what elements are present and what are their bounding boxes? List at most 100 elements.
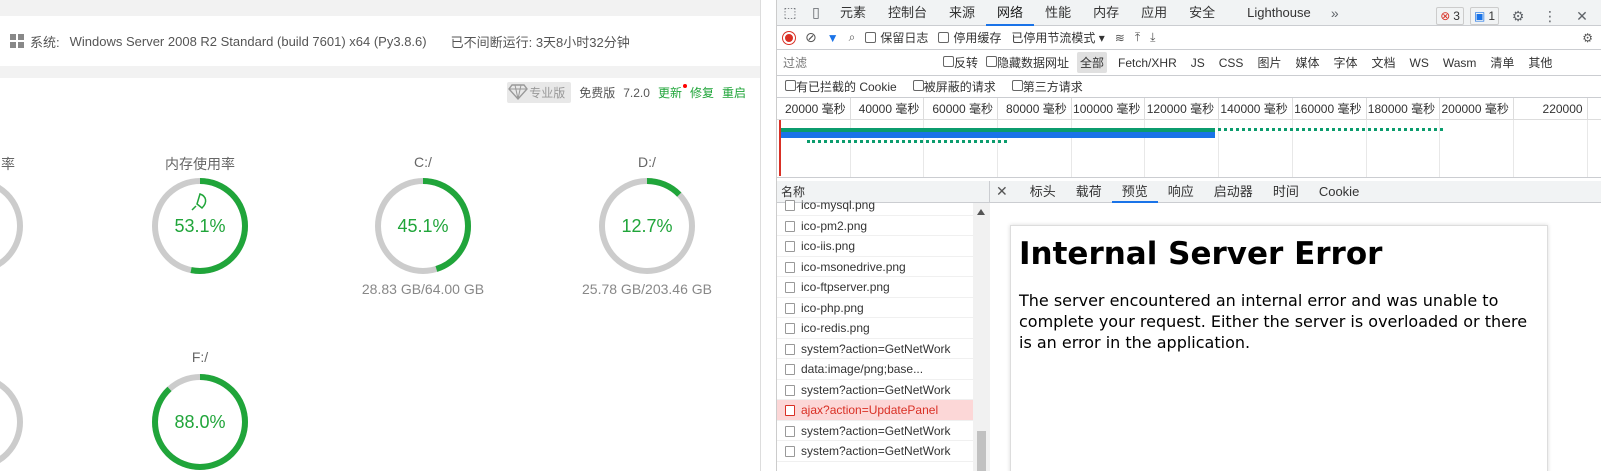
blocked-cookies-checkbox[interactable]: 有已拦截的 Cookie <box>785 78 897 95</box>
network-settings-icon[interactable]: ⚙ <box>1582 31 1593 45</box>
error-badge[interactable]: ⊗ 3 <box>1436 7 1464 25</box>
request-row[interactable]: ajax?action=UpdatePanel <box>777 400 973 421</box>
tab-initiator[interactable]: 启动器 <box>1204 181 1263 203</box>
scroll-up-icon[interactable] <box>977 209 985 215</box>
filter-input[interactable]: 过滤 <box>783 53 935 73</box>
request-row[interactable]: system?action=GetNetWork <box>777 441 973 462</box>
timeline-ticks: 20000 毫秒 40000 毫秒 60000 毫秒 80000 毫秒 100000 毫… <box>777 98 1601 120</box>
restart-link[interactable]: 重启 <box>722 84 746 101</box>
update-link[interactable]: 更新 <box>658 84 687 101</box>
preview-title: Internal Server Error <box>1019 236 1383 272</box>
diamond-icon <box>508 84 529 101</box>
timeline-cursor <box>779 120 781 176</box>
f-drive-gauge[interactable]: 88.0% <box>150 372 250 471</box>
tab-payload[interactable]: 载荷 <box>1066 181 1112 203</box>
type-all[interactable]: 全部 <box>1077 52 1108 73</box>
third-party-checkbox[interactable]: 第三方请求 <box>1011 78 1083 95</box>
repair-link[interactable]: 修复 <box>690 84 714 101</box>
free-label: 免费版 <box>579 86 616 100</box>
memory-gauge[interactable]: 53.1% <box>150 176 250 276</box>
file-icon <box>785 302 795 314</box>
record-icon[interactable] <box>783 31 795 44</box>
request-name: ico-pm2.png <box>801 218 868 233</box>
disable-cache-checkbox[interactable]: 停用缓存 <box>938 29 1001 46</box>
message-badge[interactable]: ▣ 1 <box>1469 7 1499 25</box>
filter-icon[interactable]: ▼ <box>827 31 839 45</box>
tab-headers[interactable]: 标头 <box>1020 181 1066 203</box>
pro-badge[interactable]: 专业版 <box>507 82 572 103</box>
hide-data-urls-checkbox[interactable]: 隐藏数据网址 <box>986 54 1069 71</box>
page-scrollbar[interactable] <box>760 0 777 471</box>
blocked-requests-checkbox[interactable]: 被屏蔽的请求 <box>912 78 996 95</box>
request-row[interactable]: system?action=GetNetWork <box>777 380 973 400</box>
response-preview: Internal Server Error The server encount… <box>1010 225 1548 471</box>
tab-application[interactable]: 应用 <box>1130 0 1178 26</box>
inspect-icon[interactable]: ⬚ <box>777 0 803 26</box>
preserve-log-checkbox[interactable]: 保留日志 <box>865 29 928 46</box>
more-tabs-icon[interactable]: » <box>1322 0 1348 26</box>
tab-network[interactable]: 网络 <box>986 0 1035 26</box>
type-other[interactable]: 其他 <box>1525 52 1555 73</box>
status-panel: 专业版 免费版 7.2.0 更新 修复 重启 率 内存使用率 53.1% C:/ <box>0 78 760 471</box>
invert-checkbox[interactable]: 反转 <box>943 54 978 71</box>
timeline-tick: 20000 毫秒 <box>777 98 851 119</box>
file-icon <box>785 220 795 232</box>
request-row[interactable]: data:image/png;base... <box>777 359 973 380</box>
close-detail-icon[interactable]: ✕ <box>996 183 1008 200</box>
type-fetch-xhr[interactable]: Fetch/XHR <box>1115 54 1180 72</box>
devtools: ⬚ ▯ 元素 控制台 来源 网络 性能 内存 应用 安全 Lighthouse … <box>777 0 1601 471</box>
file-icon <box>785 446 795 457</box>
network-conditions-icon[interactable]: ≋ <box>1115 31 1125 45</box>
clear-icon[interactable]: ⊘ <box>805 29 817 46</box>
type-doc[interactable]: 文档 <box>1368 52 1398 73</box>
type-css[interactable]: CSS <box>1216 54 1247 72</box>
tab-lighthouse[interactable]: Lighthouse <box>1236 0 1322 26</box>
tab-performance[interactable]: 性能 <box>1034 0 1082 26</box>
request-row[interactable]: ico-pm2.png <box>777 216 973 236</box>
f-drive-title: F:/ <box>191 349 209 365</box>
type-ws[interactable]: WS <box>1407 54 1432 72</box>
d-drive-usage: 25.78 GB/203.46 GB <box>582 281 712 297</box>
scroll-thumb[interactable] <box>977 431 986 471</box>
search-icon[interactable]: ⌕ <box>849 30 856 45</box>
request-row[interactable]: system?action=GetNetWork <box>777 339 973 359</box>
blocked-cookies-label: 有已拦截的 Cookie <box>796 80 897 94</box>
d-drive-gauge[interactable]: 12.7% <box>597 176 697 276</box>
import-icon[interactable]: ⤒ <box>1135 30 1140 45</box>
type-font[interactable]: 字体 <box>1330 52 1360 73</box>
c-drive-title: C:/ <box>414 154 432 170</box>
type-img[interactable]: 图片 <box>1254 52 1284 73</box>
request-row[interactable]: ico-msonedrive.png <box>777 257 973 277</box>
request-row[interactable]: ico-iis.png <box>777 236 973 257</box>
tab-preview[interactable]: 预览 <box>1111 181 1158 203</box>
error-icon: ⊗ <box>1440 9 1451 23</box>
error-count: 3 <box>1453 9 1460 23</box>
network-overview[interactable]: 20000 毫秒 40000 毫秒 60000 毫秒 80000 毫秒 100000 毫… <box>777 98 1601 178</box>
tab-security[interactable]: 安全 <box>1178 0 1226 26</box>
type-media[interactable]: 媒体 <box>1292 52 1322 73</box>
request-row[interactable]: system?action=GetNetWork <box>777 421 973 441</box>
tab-elements[interactable]: 元素 <box>829 0 877 26</box>
request-row[interactable]: ico-mysql.png <box>777 195 973 216</box>
request-row[interactable]: ico-redis.png <box>777 318 973 339</box>
request-list-scrollbar[interactable] <box>973 203 990 471</box>
type-wasm[interactable]: Wasm <box>1440 54 1480 72</box>
tab-cookies[interactable]: Cookie <box>1309 181 1369 203</box>
tab-timing[interactable]: 时间 <box>1263 181 1309 203</box>
cpu-gauge[interactable] <box>0 176 25 276</box>
request-row[interactable]: ico-ftpserver.png <box>777 277 973 298</box>
device-toggle-icon[interactable]: ▯ <box>803 0 829 26</box>
file-icon <box>785 384 795 396</box>
export-icon[interactable]: ⤓ <box>1150 30 1155 45</box>
tab-response[interactable]: 响应 <box>1158 181 1204 203</box>
c-drive-gauge[interactable]: 45.1% <box>373 176 473 276</box>
partial-gauge[interactable] <box>0 372 25 471</box>
type-js[interactable]: JS <box>1188 54 1208 72</box>
timeline-tick: 120000 毫秒 <box>1145 98 1220 119</box>
tab-console[interactable]: 控制台 <box>877 0 938 26</box>
tab-memory[interactable]: 内存 <box>1082 0 1130 26</box>
request-row[interactable]: ico-php.png <box>777 298 973 318</box>
type-manifest[interactable]: 清单 <box>1487 52 1517 73</box>
tab-sources[interactable]: 来源 <box>938 0 986 26</box>
throttle-select[interactable]: 已停用节流模式 ▾ <box>1011 29 1104 46</box>
